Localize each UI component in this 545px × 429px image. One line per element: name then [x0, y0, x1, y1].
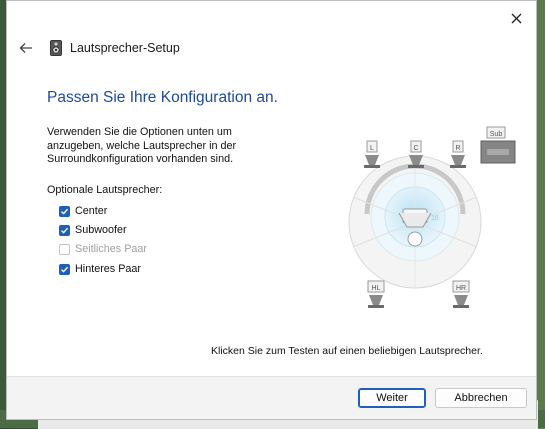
checkbox-subwoofer[interactable]: Subwoofer — [59, 223, 127, 237]
checkbox-checked[interactable] — [59, 224, 70, 236]
checkbox-label: Subwoofer — [75, 224, 127, 236]
speaker-label: R — [455, 145, 460, 152]
close-icon — [511, 13, 521, 23]
speaker-label: HL — [372, 285, 381, 292]
checkmark-icon — [61, 208, 69, 215]
page-heading: Passen Sie Ihre Konfiguration an. — [47, 89, 278, 106]
speaker-subwoofer[interactable]: Sub — [480, 126, 516, 164]
speaker-label: Sub — [490, 131, 503, 138]
speaker-front-right[interactable]: R — [450, 140, 466, 168]
next-button[interactable]: Weiter — [358, 388, 426, 408]
speaker-layout-diagram: 16 L C R Sub HL HR — [348, 126, 516, 308]
header: Lautsprecher-Setup — [17, 37, 180, 59]
checkbox-label: Center — [75, 205, 108, 217]
arrow-left-icon — [19, 43, 32, 53]
desktop-background-right — [537, 0, 545, 428]
checkmark-icon — [61, 227, 69, 234]
test-hint-text: Klicken Sie zum Testen auf einen beliebi… — [211, 345, 483, 357]
intro-line: Surroundkonfiguration vorhanden sind. — [47, 153, 234, 165]
speaker-rear-left[interactable]: HL — [367, 280, 385, 308]
speaker-front-left[interactable]: L — [364, 140, 380, 168]
speaker-icon — [50, 40, 62, 56]
speaker-rear-right[interactable]: HR — [452, 280, 470, 308]
checkbox-side-pair: Seitliches Paar — [59, 242, 147, 256]
close-button[interactable] — [504, 7, 528, 29]
checkbox-checked[interactable] — [59, 263, 70, 275]
checkbox-center[interactable]: Center — [59, 204, 107, 218]
checkmark-icon — [61, 266, 69, 273]
optional-speakers-label: Optionale Lautsprecher: — [47, 184, 163, 196]
speaker-label: HR — [456, 285, 466, 292]
checkbox-checked[interactable] — [59, 205, 70, 217]
checkbox-label: Seitliches Paar — [75, 243, 148, 255]
back-button[interactable] — [17, 39, 35, 57]
svg-text:16: 16 — [431, 215, 439, 222]
checkbox-unchecked — [59, 243, 70, 255]
intro-line: Verwenden Sie die Optionen unten um — [47, 126, 232, 138]
checkbox-rear-pair[interactable]: Hinteres Paar — [59, 262, 141, 276]
intro-line: anzugeben, welche Lautsprecher in der — [47, 139, 237, 152]
checkbox-label: Hinteres Paar — [75, 263, 142, 275]
speaker-label: C — [413, 145, 418, 152]
dialog-footer: Weiter Abbrechen — [7, 376, 536, 419]
speaker-setup-dialog: Lautsprecher-Setup Passen Sie Ihre Konfi… — [6, 0, 537, 420]
speaker-label: L — [370, 145, 374, 152]
cancel-button[interactable]: Abbrechen — [435, 388, 527, 408]
window-title: Lautsprecher-Setup — [70, 41, 180, 55]
intro-text: Verwenden Sie die Optionen unten um anzu… — [47, 126, 267, 167]
